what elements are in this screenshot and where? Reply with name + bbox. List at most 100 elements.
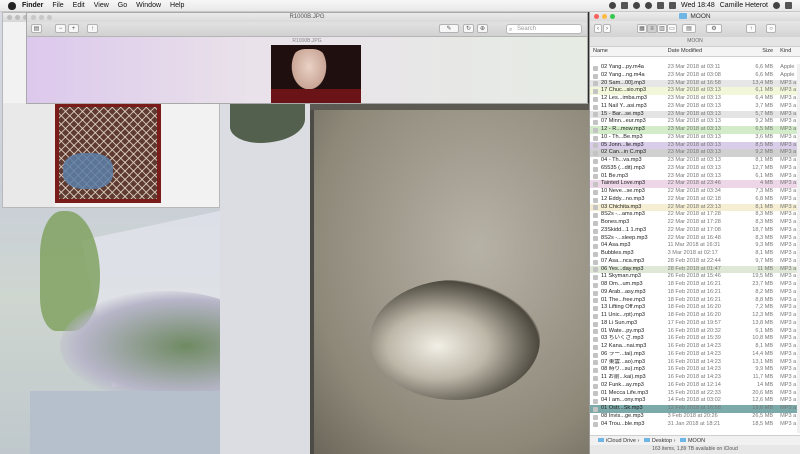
file-row[interactable]: 02 Yang...ng.m4a 23 Mar 2018 at 03:08 6,6 … [590,72,800,80]
file-row[interactable]: 18 Li Sun.mp3 17 Feb 2018 at 19:57 13,8 MB… [590,320,800,328]
markup-icon[interactable]: ⊕ [477,24,488,33]
user-name[interactable]: Camille Heterot [720,2,768,9]
dropbox-icon[interactable] [609,2,617,9]
file-row[interactable]: 01 Mecca Life.mp3 15 Feb 2018 at 22:33 20,… [590,390,800,398]
notification-center-icon[interactable] [785,2,792,9]
back-button[interactable]: ‹ [594,24,602,33]
file-row[interactable]: 08 Om...um.mp3 18 Feb 2018 at 16:21 23,7 M… [590,281,800,289]
menu-help[interactable]: Help [170,2,184,9]
zoom-button[interactable] [47,15,52,20]
menu-window[interactable]: Window [136,2,161,9]
apple-icon[interactable] [8,1,16,10]
file-row[interactable]: 02 Yang...py.m4a 23 Mar 2018 at 03:11 6,6 … [590,64,800,72]
file-row[interactable]: 04 - Th...va.mp3 23 Mar 2018 at 03:13 8,1 … [590,157,800,165]
file-row[interactable]: 11 Nail Y...asi.mp3 23 Mar 2018 at 03:13 3… [590,103,800,111]
forward-button[interactable]: › [603,24,611,33]
action-gear-icon[interactable]: ⚙ [706,24,722,33]
path-item-moon[interactable]: MOON [688,438,705,444]
file-row[interactable]: 10 Neve...se.mp3 22 Mar 2018 at 03:34 7,3 … [590,188,800,196]
menu-go[interactable]: Go [118,2,127,9]
file-row[interactable]: 65535 (...dit).mp3 23 Mar 2018 at 03:13 12… [590,165,800,173]
icon-view-icon[interactable]: ▦ [637,24,647,33]
file-row[interactable]: 8S2s -...sleep.mp3 22 Mar 2018 at 16:48 8,… [590,235,800,243]
file-list[interactable]: 02 Yang...py.m4a 23 Mar 2018 at 03:11 6,6 … [590,64,800,433]
file-row[interactable]: 09 Arab...asy.mp3 18 Feb 2018 at 16:21 8,2… [590,289,800,297]
menu-edit[interactable]: Edit [73,2,85,9]
file-row[interactable]: 10 - Th...Be.mp3 23 Mar 2018 at 03:13 3,6 … [590,134,800,142]
search-field[interactable]: ⌕ Search [506,24,582,34]
file-row[interactable]: 07 東雲...ao).mp3 16 Feb 2018 at 14:23 13,1 … [590,359,800,367]
file-row[interactable]: 07 Minn...eur.mp3 23 Mar 2018 at 03:13 9,2… [590,118,800,126]
gallery-view-icon[interactable]: ▭ [667,24,677,33]
file-row[interactable]: 02 Funk...ay.mp3 16 Feb 2018 at 12:14 14 M… [590,382,800,390]
file-row[interactable]: 08 時り...su).mp3 16 Feb 2018 at 14:23 9,9 M… [590,366,800,374]
clock[interactable]: Wed 18:48 [681,2,715,9]
close-button[interactable] [594,14,599,19]
file-row[interactable]: 03 Chichita.mp3 22 Mar 2018 at 23:13 8,1 M… [590,203,800,212]
file-row[interactable]: 04 I am...ony.mp3 14 Feb 2018 at 03:02 12,… [590,397,800,405]
minimize-button[interactable] [39,15,44,20]
file-row[interactable]: 04 Asa.mp3 11 Mar 2018 at 16:31 9,3 MB MP3 … [590,242,800,250]
zoom-button[interactable] [610,14,615,19]
finder-window[interactable]: MOON ‹ › ▦ ≡ ▥ ▭ ▤ ⚙ ↑ ○ MOON Name Date … [589,12,800,454]
volume-icon[interactable] [657,2,665,9]
file-row[interactable]: 01 Ostr...Sk.mp3 12 Feb 2018 at 16:58 19,6… [590,405,800,413]
close-button[interactable] [7,15,12,20]
column-name-header[interactable]: Name [590,47,664,56]
tag-icon[interactable]: ○ [766,24,776,33]
spotlight-icon[interactable] [773,2,780,9]
file-row[interactable]: Bones.mp3 22 Mar 2018 at 17:28 8,3 MB MP3 a [590,219,800,227]
zoom-out-button[interactable]: − [55,24,66,33]
file-row[interactable]: Tainted Love.mp3 22 Mar 2018 at 23:46 4 MB… [590,180,800,188]
file-row[interactable]: 23Skidd...1 1.mp3 22 Mar 2018 at 17:08 18,… [590,227,800,235]
column-size-header[interactable]: Size [739,47,777,56]
file-row[interactable]: 12 Eddy...no.mp3 22 Mar 2018 at 02:18 6,8 … [590,196,800,204]
wifi-icon[interactable] [645,2,653,9]
arrange-icon[interactable]: ▤ [682,24,696,33]
file-row[interactable]: 11 お前...kai).mp3 16 Feb 2018 at 14:23 11,7… [590,374,800,382]
file-row[interactable]: 05 Jonn...lie.mp3 23 Mar 2018 at 03:13 8,5… [590,141,800,150]
share-icon[interactable]: ↑ [746,24,756,33]
preview-window[interactable]: R1000B.JPG ▤ − + ↑ ✎ ↻ ⊕ ⌕ Search R1000B… [26,12,588,104]
column-date-header[interactable]: Date Modified [664,47,740,56]
finder-titlebar[interactable]: MOON [590,12,800,21]
file-row[interactable]: 03 ちいくさ.mp3 16 Feb 2018 at 15:39 10,8 MB MP… [590,335,800,343]
sidebar-toggle-button[interactable]: ▤ [31,24,42,33]
file-row[interactable]: 12 Les...imba.mp3 23 Mar 2018 at 03:13 6,4… [590,95,800,103]
minimize-button[interactable] [15,15,20,20]
file-row[interactable]: 17 Chuc...sio.mp3 23 Mar 2018 at 03:13 6,1… [590,87,800,95]
path-item-icloud[interactable]: iCloud Drive [606,438,636,444]
zoom-in-button[interactable]: + [68,24,79,33]
file-row[interactable]: 11 Skyman.mp3 26 Feb 2018 at 15:46 19,5 MB… [590,273,800,281]
file-row[interactable]: 02 Can...in C.mp3 23 Mar 2018 at 03:13 9,2… [590,149,800,157]
file-row[interactable]: 06 ラー...tai).mp3 16 Feb 2018 at 14:23 14,4… [590,351,800,359]
column-view-icon[interactable]: ▥ [657,24,667,33]
file-row[interactable]: 13 Lifting Off.mp3 18 Feb 2018 at 16:20 7,… [590,304,800,312]
markup-pen-icon[interactable]: ✎ [439,24,459,33]
file-row[interactable]: 01 Be.mp3 23 Mar 2018 at 03:13 6,1 MB MP3 a [590,173,800,181]
rotate-icon[interactable]: ↻ [463,24,474,33]
file-row[interactable]: 07 Asa...nca.mp3 28 Feb 2018 at 22:44 9,7 … [590,258,800,266]
preview-titlebar[interactable]: R1000B.JPG [27,13,587,22]
close-button[interactable] [31,15,36,20]
file-row[interactable]: 01 The...free.mp3 18 Feb 2018 at 16:21 8,8… [590,297,800,305]
file-row[interactable]: 01 Wate...py.mp3 16 Feb 2018 at 20:32 6,1 … [590,328,800,336]
file-row[interactable]: 8S2s -...ams.mp3 22 Mar 2018 at 17:28 8,3 … [590,211,800,219]
menu-app[interactable]: Finder [22,2,43,9]
minimize-button[interactable] [602,14,607,19]
file-row[interactable]: Bubbles.mp3 3 Mar 2018 at 02:17 8,1 MB MP3 … [590,250,800,258]
menu-file[interactable]: File [52,2,63,9]
file-row[interactable]: 11 Unic...rpt).mp3 18 Feb 2018 at 16:20 12… [590,312,800,320]
list-view-icon[interactable]: ≡ [647,24,657,33]
battery-icon[interactable] [669,2,677,9]
file-row[interactable]: 06 Yes...day.mp3 28 Feb 2018 at 01:47 11 M… [590,265,800,274]
file-row[interactable]: 12 Kana...nai.mp3 16 Feb 2018 at 14:23 8,1… [590,343,800,351]
column-kind-header[interactable]: Kind [777,47,800,56]
bluetooth-icon[interactable] [633,2,641,9]
share-icon[interactable]: ↑ [87,24,98,33]
menu-view[interactable]: View [94,2,109,9]
file-row[interactable]: 15 - Bar...se.mp3 23 Mar 2018 at 03:13 5,7… [590,110,800,119]
file-row[interactable]: 08 Invis...ge.mp3 3 Feb 2018 at 20:26 26,5… [590,413,800,421]
file-row[interactable]: 04 Trou...ble.mp3 31 Jan 2018 at 18:21 18,… [590,421,800,429]
file-row[interactable]: 12 - R...mow.mp3 23 Mar 2018 at 03:13 6,5 … [590,126,800,134]
